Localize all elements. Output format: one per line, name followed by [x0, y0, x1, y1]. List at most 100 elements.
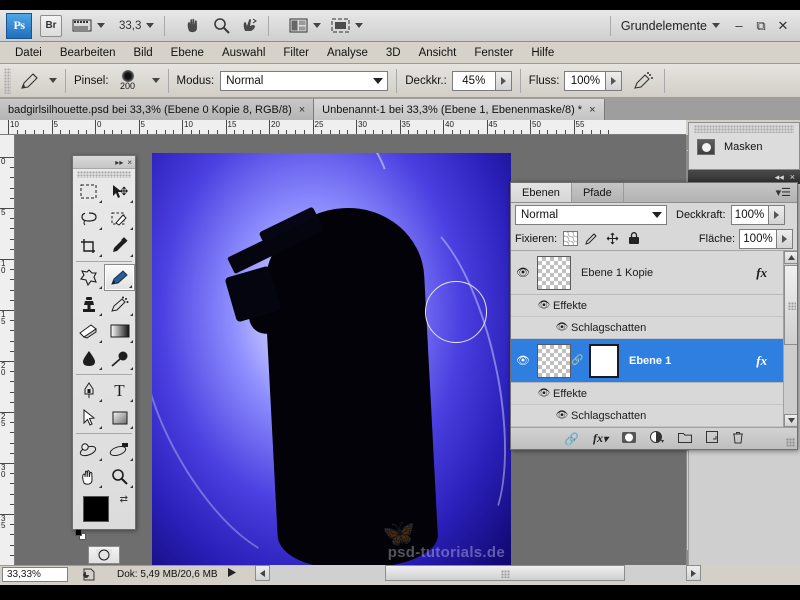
menu-fenster[interactable]: Fenster: [465, 45, 522, 61]
layer-name[interactable]: Ebene 1 Kopie: [581, 267, 653, 279]
healing-brush-tool[interactable]: [73, 264, 104, 291]
hand-tool[interactable]: [73, 463, 104, 490]
layers-list[interactable]: 👁 Ebene 1 Kopie fx ▲ 👁 Effekte 👁 Schlags…: [511, 251, 797, 427]
tools-palette-header[interactable]: ▸▸ ×: [73, 156, 135, 169]
canvas-horizontal-scrollbar[interactable]: [255, 565, 701, 582]
effect-visibility-icon[interactable]: 👁: [553, 410, 571, 421]
layers-scroll-thumb[interactable]: [784, 265, 797, 345]
masks-panel-icon[interactable]: [697, 139, 715, 155]
layer-fill-stepper[interactable]: [777, 228, 793, 249]
crop-tool[interactable]: [73, 232, 104, 259]
type-tool[interactable]: T: [104, 377, 135, 404]
move-tool[interactable]: [104, 178, 135, 205]
collapse-icon[interactable]: ▸▸: [115, 158, 123, 167]
layer-blend-mode-select[interactable]: Normal: [515, 205, 667, 225]
artboard[interactable]: 🦋 psd-tutorials.de: [152, 153, 511, 565]
flow-input[interactable]: 100%: [564, 70, 607, 91]
hand-tool-icon[interactable]: [185, 15, 203, 37]
new-adjustment-layer-icon[interactable]: [649, 431, 664, 446]
layer-mask-thumbnail[interactable]: [589, 343, 619, 378]
rotate-view-icon[interactable]: [240, 15, 258, 37]
zoom-tool-icon[interactable]: [213, 15, 231, 37]
menu-bearbeiten[interactable]: Bearbeiten: [51, 45, 125, 61]
lasso-tool[interactable]: [73, 205, 104, 232]
layer-thumbnail[interactable]: [537, 343, 571, 378]
blur-tool[interactable]: [73, 345, 104, 372]
opacity-stepper[interactable]: [495, 70, 512, 91]
airbrush-icon[interactable]: [630, 69, 656, 93]
3d-rotate-tool[interactable]: [73, 436, 104, 463]
zoom-level-value[interactable]: 33,3: [119, 20, 141, 32]
photoshop-logo[interactable]: Ps: [6, 12, 32, 39]
link-layers-icon[interactable]: 🔗: [564, 432, 579, 446]
new-group-icon[interactable]: [677, 432, 692, 446]
workspace-selector-label[interactable]: Grundelemente: [621, 19, 707, 33]
masks-panel-grip[interactable]: [694, 125, 794, 133]
view-extras-icon[interactable]: [72, 15, 105, 37]
document-tab-2[interactable]: Unbenannt-1 bei 33,3% (Ebene 1, Ebenenma…: [314, 99, 605, 120]
menu-3d[interactable]: 3D: [377, 45, 410, 61]
close-button[interactable]: ✕: [772, 15, 794, 37]
brush-tool-icon[interactable]: [17, 69, 43, 93]
add-layer-mask-icon[interactable]: [621, 431, 636, 446]
masks-panel[interactable]: Masken: [688, 122, 800, 170]
effects-visibility-icon[interactable]: 👁: [535, 388, 553, 399]
layer-effects-icon[interactable]: fx: [756, 265, 767, 281]
close-icon[interactable]: ×: [589, 104, 595, 116]
scroll-right-arrow[interactable]: [686, 565, 701, 581]
menu-datei[interactable]: Datei: [6, 45, 51, 61]
close-icon[interactable]: ×: [299, 104, 305, 116]
menu-bild[interactable]: Bild: [124, 45, 161, 61]
collapse-icon[interactable]: ◂◂: [775, 172, 784, 183]
layer-effects-group[interactable]: 👁 Effekte: [511, 295, 797, 317]
lock-position-icon[interactable]: [605, 231, 620, 246]
layer-visibility-icon[interactable]: 👁: [511, 266, 535, 279]
lock-all-icon[interactable]: [626, 231, 641, 246]
layer-row-ebene-1-kopie[interactable]: 👁 Ebene 1 Kopie fx ▲: [511, 251, 797, 295]
default-colors-icon[interactable]: [75, 529, 86, 540]
3d-orbit-tool[interactable]: [104, 436, 135, 463]
layer-effects-group[interactable]: 👁 Effekte: [511, 383, 797, 405]
quick-mask-icon[interactable]: [88, 546, 120, 564]
menu-hilfe[interactable]: Hilfe: [522, 45, 563, 61]
minimize-button[interactable]: –: [728, 15, 750, 37]
eyedropper-tool[interactable]: [104, 232, 135, 259]
menu-ebene[interactable]: Ebene: [162, 45, 213, 61]
layer-effect-item[interactable]: 👁 Schlagschatten: [511, 405, 797, 427]
add-layer-style-icon[interactable]: fx▾: [593, 431, 608, 446]
link-mask-icon[interactable]: 🔗: [571, 355, 583, 366]
screen-mode-icon[interactable]: [331, 15, 364, 37]
tools-palette-grip[interactable]: [77, 171, 131, 178]
opacity-input[interactable]: 45%: [451, 70, 496, 91]
panel-resize-grip[interactable]: [786, 438, 795, 447]
layers-list-scrollbar[interactable]: [783, 251, 797, 427]
layers-scroll-down-arrow[interactable]: [784, 414, 797, 427]
tab-ebenen[interactable]: Ebenen: [511, 183, 572, 202]
menu-analyse[interactable]: Analyse: [318, 45, 377, 61]
gradient-tool[interactable]: [104, 318, 135, 345]
path-selection-tool[interactable]: [73, 404, 104, 431]
menu-auswahl[interactable]: Auswahl: [213, 45, 274, 61]
delete-layer-icon[interactable]: [732, 431, 744, 447]
layer-visibility-icon[interactable]: 👁: [511, 354, 535, 367]
blend-mode-select[interactable]: Normal: [220, 70, 389, 91]
layer-fill-input[interactable]: 100%: [739, 228, 777, 249]
arrange-documents-icon[interactable]: [289, 15, 322, 37]
workspace-chevron-down-icon[interactable]: [712, 23, 720, 28]
close-icon[interactable]: ×: [127, 158, 132, 167]
effect-visibility-icon[interactable]: 👁: [553, 322, 571, 333]
status-zoom-input[interactable]: 33,33%: [2, 566, 68, 582]
vertical-ruler[interactable]: 0 5 10 15 20 25 30 35: [0, 135, 15, 565]
new-layer-icon[interactable]: [705, 431, 718, 446]
bridge-icon[interactable]: Br: [40, 14, 62, 37]
layer-opacity-stepper[interactable]: [768, 205, 785, 225]
rectangular-marquee-tool[interactable]: [73, 178, 104, 205]
close-icon[interactable]: ×: [790, 172, 795, 182]
layer-name[interactable]: Ebene 1: [629, 355, 671, 367]
layers-scroll-up-arrow[interactable]: [784, 251, 797, 264]
brush-preview[interactable]: 200: [113, 70, 143, 91]
brush-tool[interactable]: [104, 264, 135, 291]
zoom-tool[interactable]: [104, 463, 135, 490]
tab-pfade[interactable]: Pfade: [572, 183, 624, 202]
layer-effects-icon[interactable]: fx: [756, 353, 767, 369]
